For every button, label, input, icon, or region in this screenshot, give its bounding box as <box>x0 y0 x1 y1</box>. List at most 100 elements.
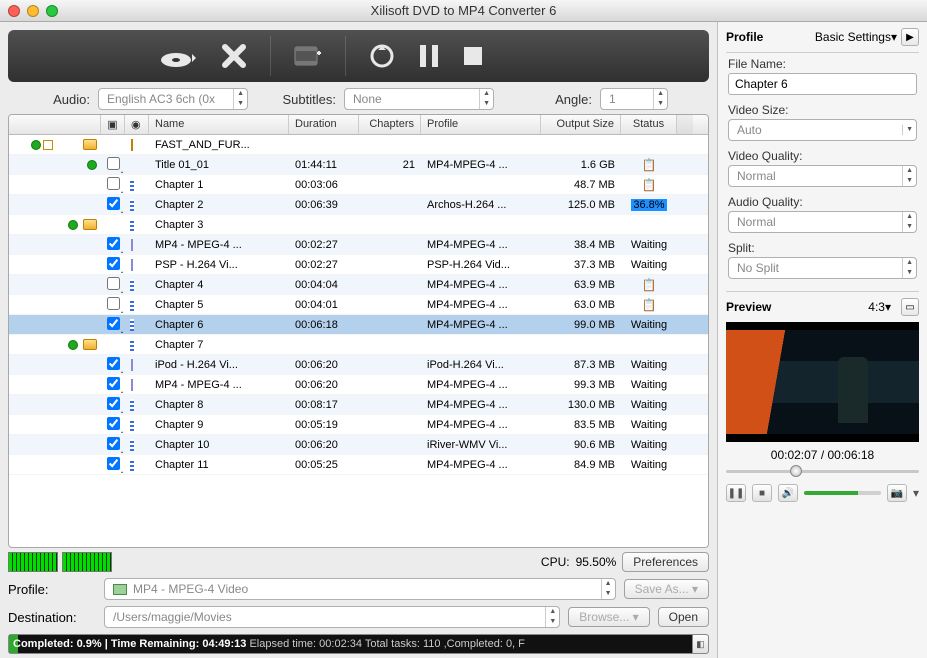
pause-button[interactable] <box>418 43 440 69</box>
audioq-label: Audio Quality: <box>728 195 917 209</box>
browse-button[interactable]: Browse... ▾ <box>568 607 649 627</box>
row-checkbox[interactable] <box>107 177 120 190</box>
videoq-select[interactable]: Normal▲▼ <box>728 165 917 187</box>
preview-volume-slider[interactable] <box>804 491 881 495</box>
table-row[interactable]: Chapter 800:08:17MP4-MPEG-4 ...130.0 MBW… <box>9 395 708 415</box>
col-status[interactable]: Status <box>621 115 677 134</box>
clip-icon <box>125 219 149 231</box>
table-row[interactable]: Chapter 3 <box>9 215 708 235</box>
table-row[interactable]: Title 01_0101:44:1121MP4-MPEG-4 ...1.6 G… <box>9 155 708 175</box>
preview-fullscreen-button[interactable]: ▭ <box>901 298 919 316</box>
table-body[interactable]: FAST_AND_FUR...Title 01_0101:44:1121MP4-… <box>9 135 708 547</box>
add-profile-button[interactable] <box>293 43 323 69</box>
cpu-value: 95.50% <box>576 555 617 569</box>
doc-icon <box>125 259 149 271</box>
status-bar: Completed: 0.9% | Time Remaining: 04:49:… <box>8 634 709 654</box>
doc-icon <box>125 359 149 371</box>
table-row[interactable]: Chapter 600:06:18MP4-MPEG-4 ...99.0 MBWa… <box>9 315 708 335</box>
row-checkbox[interactable] <box>107 237 120 250</box>
status-text: Waiting <box>621 419 677 431</box>
profile-label: Profile: <box>8 582 96 597</box>
table-row[interactable]: Chapter 1100:05:25MP4-MPEG-4 ...84.9 MBW… <box>9 455 708 475</box>
stop-button[interactable] <box>462 45 484 67</box>
table-row[interactable]: FAST_AND_FUR... <box>9 135 708 155</box>
preview-label: Preview <box>726 300 862 314</box>
profile-select[interactable]: MP4 - MPEG-4 Video▲▼ <box>104 578 616 600</box>
filename-label: File Name: <box>728 57 917 71</box>
table-row[interactable]: MP4 - MPEG-4 ...00:02:27MP4-MPEG-4 ...38… <box>9 235 708 255</box>
scroll-header <box>677 115 693 134</box>
preview-timecode: 00:02:07 / 00:06:18 <box>718 442 927 464</box>
table-row[interactable]: Chapter 7 <box>9 335 708 355</box>
panel-next-button[interactable]: ▶ <box>901 28 919 46</box>
table-row[interactable]: PSP - H.264 Vi...00:02:27PSP-H.264 Vid..… <box>9 255 708 275</box>
row-checkbox[interactable] <box>107 397 120 410</box>
table-row[interactable]: Chapter 900:05:19MP4-MPEG-4 ...83.5 MBWa… <box>9 415 708 435</box>
row-checkbox[interactable] <box>107 297 120 310</box>
load-dvd-button[interactable] <box>158 42 198 70</box>
status-text: Waiting <box>621 259 677 271</box>
table-row[interactable]: iPod - H.264 Vi...00:06:20iPod-H.264 Vi.… <box>9 355 708 375</box>
doc-icon <box>125 379 149 391</box>
row-checkbox[interactable] <box>107 157 120 170</box>
clip-icon <box>125 439 149 451</box>
open-button[interactable]: Open <box>658 607 709 627</box>
cpu-core-1-meter <box>8 552 58 572</box>
preview-mute-button[interactable]: 🔊 <box>778 484 798 502</box>
clipboard-icon: 📋 <box>621 298 677 312</box>
destination-select[interactable]: /Users/maggie/Movies▲▼ <box>104 606 560 628</box>
split-select[interactable]: No Split▲▼ <box>728 257 917 279</box>
table-row[interactable]: Chapter 1000:06:20iRiver-WMV Vi...90.6 M… <box>9 435 708 455</box>
videosize-select[interactable]: Auto▼ <box>728 119 917 141</box>
table-row[interactable]: Chapter 200:06:39Archos-H.264 ...125.0 M… <box>9 195 708 215</box>
status-text: Waiting <box>621 399 677 411</box>
audioq-select[interactable]: Normal▲▼ <box>728 211 917 233</box>
row-checkbox[interactable] <box>107 277 120 290</box>
videoq-label: Video Quality: <box>728 149 917 163</box>
row-checkbox[interactable] <box>107 197 120 210</box>
status-text: Waiting <box>621 239 677 251</box>
row-checkbox[interactable] <box>107 437 120 450</box>
status-text: Waiting <box>621 379 677 391</box>
row-checkbox[interactable] <box>107 357 120 370</box>
table-row[interactable]: Chapter 500:04:01MP4-MPEG-4 ...63.0 MB📋 <box>9 295 708 315</box>
aspect-select[interactable]: 4:3▾ <box>868 300 891 314</box>
subtitles-select[interactable]: None▲▼ <box>344 88 494 110</box>
clear-button[interactable] <box>220 42 248 70</box>
doc-icon <box>125 239 149 251</box>
table-row[interactable]: Chapter 100:03:0648.7 MB📋 <box>9 175 708 195</box>
basic-settings-tab[interactable]: Basic Settings▾ <box>763 30 897 44</box>
table-row[interactable]: MP4 - MPEG-4 ...00:06:20MP4-MPEG-4 ...99… <box>9 375 708 395</box>
row-checkbox[interactable] <box>107 257 120 270</box>
table-row[interactable]: Chapter 400:04:04MP4-MPEG-4 ...63.9 MB📋 <box>9 275 708 295</box>
profile-panel-tab[interactable]: Profile <box>726 30 763 44</box>
row-checkbox[interactable] <box>107 377 120 390</box>
header-disc-icon[interactable]: ◉ <box>125 115 149 134</box>
preview-seek-slider[interactable] <box>726 464 919 478</box>
preview-snapshot-button[interactable]: 📷 <box>887 484 907 502</box>
filename-input[interactable] <box>728 73 917 95</box>
preview-stop-button[interactable]: ■ <box>752 484 772 502</box>
col-duration[interactable]: Duration <box>289 115 359 134</box>
col-chapters[interactable]: Chapters <box>359 115 421 134</box>
col-output-size[interactable]: Output Size <box>541 115 621 134</box>
col-name[interactable]: Name <box>149 115 289 134</box>
angle-select[interactable]: 1▲▼ <box>600 88 668 110</box>
preview-viewport[interactable] <box>726 322 919 442</box>
row-checkbox[interactable] <box>107 457 120 470</box>
row-checkbox[interactable] <box>107 317 120 330</box>
clip-icon <box>125 199 149 211</box>
window-title: Xilisoft DVD to MP4 Converter 6 <box>0 3 927 18</box>
cpu-label: CPU: <box>541 555 570 569</box>
preferences-button[interactable]: Preferences <box>622 552 709 572</box>
row-checkbox[interactable] <box>107 417 120 430</box>
save-as-button[interactable]: Save As... ▾ <box>624 579 709 599</box>
titlebar: Xilisoft DVD to MP4 Converter 6 <box>0 0 927 22</box>
header-check-icon[interactable]: ▣ <box>101 115 125 134</box>
status-expand-button[interactable]: ◧ <box>692 635 708 653</box>
split-label: Split: <box>728 241 917 255</box>
col-profile[interactable]: Profile <box>421 115 541 134</box>
audio-select[interactable]: English AC3 6ch (0x▲▼ <box>98 88 248 110</box>
convert-button[interactable] <box>368 42 396 70</box>
preview-pause-button[interactable]: ❚❚ <box>726 484 746 502</box>
